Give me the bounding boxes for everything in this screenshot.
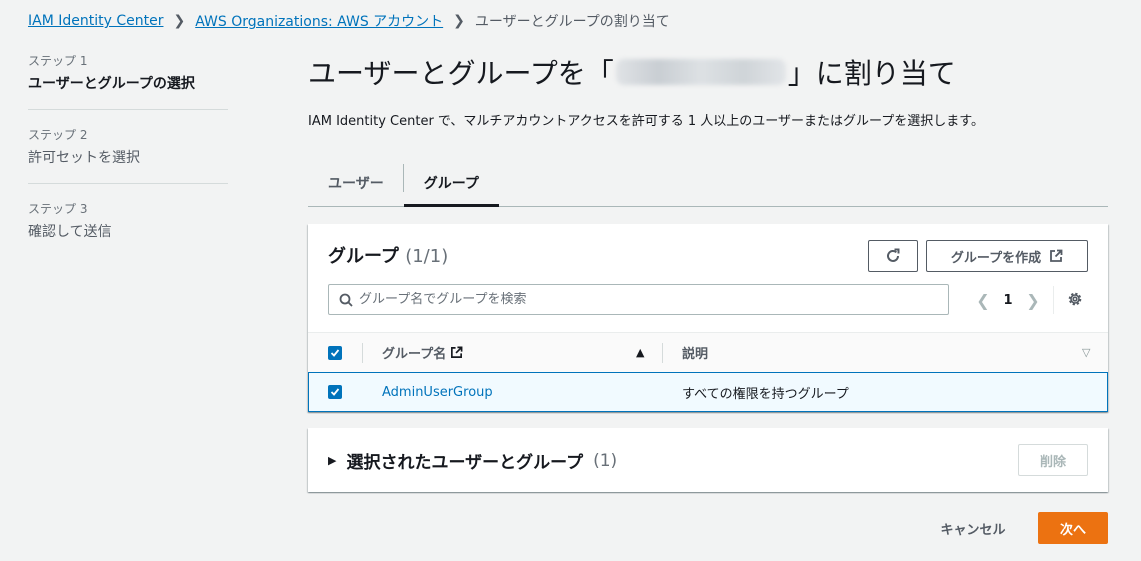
column-divider [662, 342, 663, 363]
groups-count: (1/1) [405, 246, 449, 267]
page-title: ユーザーとグループを「 」に割り当て [308, 52, 956, 92]
checkmark-icon [330, 388, 340, 396]
step-label: ユーザーとグループの選択 [28, 76, 195, 92]
column-divider [362, 342, 363, 363]
group-search-input[interactable] [359, 292, 919, 307]
groups-panel: グループ (1/1) グループを作成 ❮ 1 ❯ [308, 224, 1108, 412]
sort-ascending-icon[interactable]: ▲ [636, 346, 644, 359]
step-label: 確認して送信 [28, 224, 112, 240]
create-group-button[interactable]: グループを作成 [926, 240, 1088, 272]
gear-icon[interactable] [1066, 290, 1084, 308]
redacted-account-name [615, 59, 786, 85]
search-icon [339, 293, 353, 307]
page-title-suffix: 」に割り当て [787, 57, 956, 90]
chevron-left-icon[interactable]: ❮ [972, 291, 994, 310]
step-number: ステップ 2 [28, 128, 88, 142]
column-header-group-name[interactable]: グループ名 [382, 343, 463, 362]
chevron-right-icon: ❯ [173, 13, 186, 29]
table-row[interactable]: AdminUserGroup すべての権限を持つグループ [308, 372, 1108, 412]
step-1: ステップ 1 ユーザーとグループの選択 [28, 52, 228, 110]
step-number: ステップ 3 [28, 202, 88, 216]
checkmark-icon [330, 348, 340, 357]
pagination: ❮ 1 ❯ [972, 286, 1044, 314]
column-header-description[interactable]: 説明 [682, 343, 708, 362]
page-description: IAM Identity Center で、マルチアカウントアクセスを許可する … [308, 114, 984, 129]
selected-users-groups-panel: ▶ 選択されたユーザーとグループ (1) 削除 [308, 428, 1108, 492]
group-name-cell[interactable]: AdminUserGroup [382, 385, 493, 400]
groups-panel-header: グループ (1/1) [328, 242, 448, 268]
step-label: 許可セットを選択 [28, 150, 140, 166]
group-search[interactable] [328, 284, 949, 315]
cancel-button[interactable]: キャンセル [924, 512, 1022, 544]
table-header: グループ名 ▲ 説明 ▽ [308, 332, 1108, 372]
refresh-button[interactable] [868, 240, 918, 272]
chevron-right-icon[interactable]: ❯ [1022, 291, 1044, 310]
row-checkbox[interactable] [328, 385, 342, 399]
refresh-icon [887, 248, 900, 262]
groups-panel-title: グループ [328, 246, 399, 267]
create-group-label: グループを作成 [950, 249, 1042, 265]
select-all-checkbox[interactable] [328, 345, 342, 360]
page-number[interactable]: 1 [994, 293, 1022, 308]
tab-bar: ユーザー グループ [308, 160, 1108, 207]
chevron-right-icon: ❯ [453, 13, 465, 29]
page-title-prefix: ユーザーとグループを「 [308, 57, 614, 90]
selected-expander[interactable]: ▶ 選択されたユーザーとグループ (1) [328, 448, 618, 474]
breadcrumb-link-iam-identity-center[interactable]: IAM Identity Center [28, 13, 163, 29]
selected-count: (1) [593, 450, 618, 471]
pager-divider [1053, 286, 1054, 314]
external-link-icon [1050, 249, 1063, 262]
external-link-icon [451, 346, 463, 358]
wizard-steps: ステップ 1 ユーザーとグループの選択 ステップ 2 許可セットを選択 ステップ… [28, 52, 228, 273]
breadcrumb-link-aws-accounts[interactable]: AWS Organizations: AWS アカウント [195, 11, 443, 31]
next-button[interactable]: 次へ [1038, 512, 1108, 544]
tab-groups[interactable]: グループ [403, 160, 500, 207]
step-2: ステップ 2 許可セットを選択 [28, 126, 228, 184]
selected-title: 選択されたユーザーとグループ [346, 453, 584, 473]
delete-button[interactable]: 削除 [1018, 444, 1088, 476]
caret-right-icon: ▶ [328, 454, 337, 467]
step-number: ステップ 1 [28, 54, 88, 68]
breadcrumb-current: ユーザーとグループの割り当て [474, 14, 670, 30]
breadcrumb: IAM Identity Center ❯ AWS Organizations:… [28, 12, 670, 30]
step-3: ステップ 3 確認して送信 [28, 200, 228, 257]
column-header-label: グループ名 [382, 347, 447, 362]
sort-descending-icon[interactable]: ▽ [1082, 346, 1090, 359]
group-description-cell: すべての権限を持つグループ [682, 386, 849, 402]
tab-users[interactable]: ユーザー [308, 160, 404, 206]
